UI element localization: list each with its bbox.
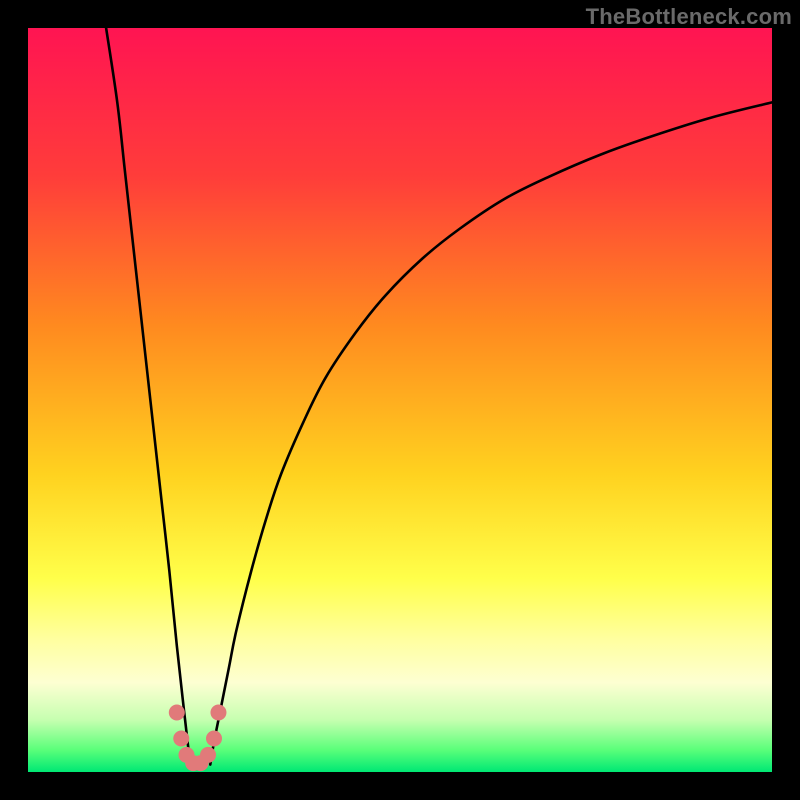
valley-dot [210,704,226,720]
valley-dot [206,731,222,747]
chart-frame: TheBottleneck.com [0,0,800,800]
valley-dot [169,704,185,720]
curve-layer [28,28,772,772]
curve-left-branch [106,28,190,765]
watermark-text: TheBottleneck.com [586,4,792,30]
curve-right-branch [210,102,772,764]
valley-dot [173,731,189,747]
plot-area [28,28,772,772]
valley-dot [200,747,216,763]
